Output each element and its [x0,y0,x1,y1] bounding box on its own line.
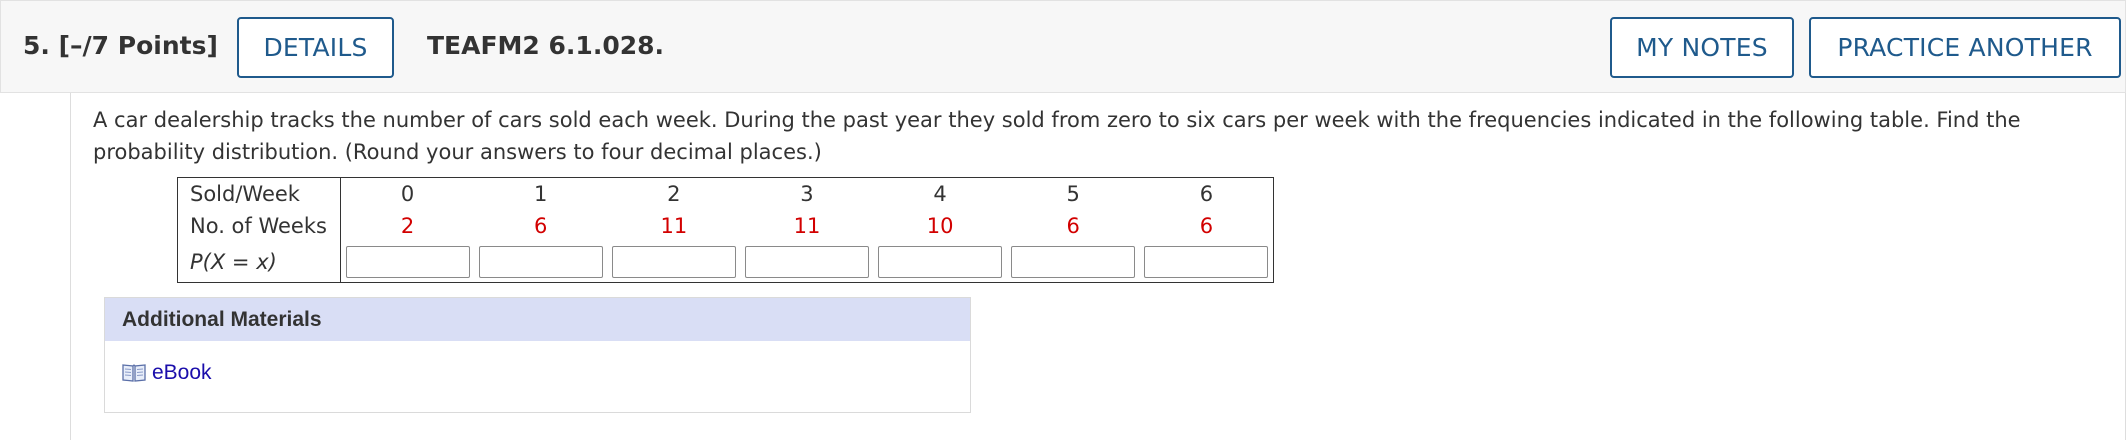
sold-row: Sold/Week 0 1 2 3 4 5 6 [177,177,1274,210]
weeks-cell: 2 [400,214,415,238]
probability-row: P(X = x) [177,242,1274,283]
sold-cell: 2 [667,182,681,206]
content-right-border [2125,93,2126,440]
sold-cell: 5 [1066,182,1080,206]
probability-cell [1007,242,1140,283]
ebook-link[interactable]: eBook [122,361,212,385]
weeks-cell: 6 [534,214,548,238]
sold-cell: 3 [800,182,814,206]
question-points-label: 5. [–/7 Points] [23,31,218,60]
probability-cell [1140,242,1274,283]
content-left-border [70,93,71,440]
weeks-cell: 11 [660,214,688,238]
problem-code: TEAFM2 6.1.028. [427,31,664,60]
probability-input-6[interactable] [1144,246,1269,278]
details-button[interactable]: DETAILS [237,17,394,78]
weeks-cell: 6 [1066,214,1080,238]
probability-cell [474,242,607,283]
weeks-cell: 10 [926,214,954,238]
question-text: A car dealership tracks the number of ca… [93,108,2021,164]
probability-input-4[interactable] [878,246,1003,278]
probability-cell [341,242,475,283]
weeks-cell: 6 [1199,214,1214,238]
additional-materials-panel: Additional Materials eBook [104,297,971,413]
weeks-row-label: No. of Weeks [177,210,341,242]
probability-input-2[interactable] [611,246,736,278]
additional-materials-title: Additional Materials [105,298,970,341]
sold-cell: 1 [534,182,548,206]
ebook-label: eBook [152,361,212,384]
probability-input-3[interactable] [744,246,869,278]
practice-another-button[interactable]: PRACTICE ANOTHER [1809,17,2121,78]
sold-row-label: Sold/Week [177,177,341,210]
probability-input-1[interactable] [478,246,603,278]
probability-label-text: P(X = x) [190,250,277,274]
probability-cell [874,242,1007,283]
weeks-row: No. of Weeks 2 6 11 11 10 6 6 [177,210,1274,242]
probability-cell [740,242,873,283]
weeks-cell: 11 [793,214,821,238]
question-header: 5. [–/7 Points] DETAILS TEAFM2 6.1.028. … [0,0,2126,93]
sold-cell: 0 [400,182,415,206]
sold-cell: 6 [1199,182,1214,206]
my-notes-button[interactable]: MY NOTES [1610,17,1794,78]
sold-cell: 4 [933,182,947,206]
book-icon [122,364,146,382]
probability-cell [607,242,740,283]
probability-input-0[interactable] [345,246,470,278]
probability-input-5[interactable] [1011,246,1136,278]
probability-row-label: P(X = x) [177,242,341,283]
frequency-table: Sold/Week 0 1 2 3 4 5 6 No. of Weeks 2 6… [177,177,1274,283]
